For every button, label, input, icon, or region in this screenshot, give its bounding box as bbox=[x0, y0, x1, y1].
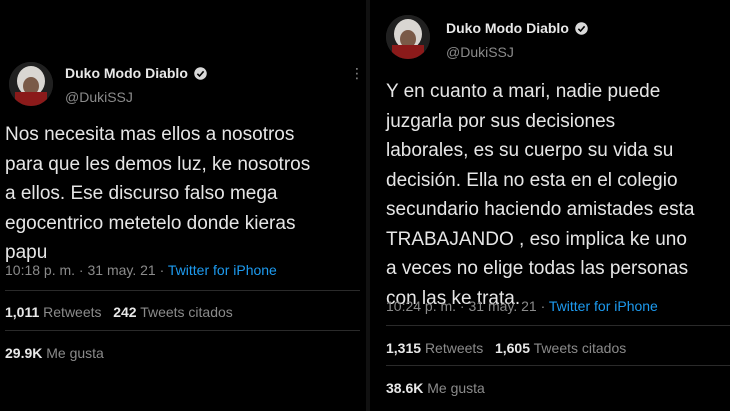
likes-stat[interactable]: 38.6K Me gusta bbox=[386, 380, 485, 396]
more-options-icon[interactable]: ⋮ bbox=[350, 66, 364, 80]
divider bbox=[5, 330, 360, 331]
quotes-stat[interactable]: 1,605 Tweets citados bbox=[495, 340, 626, 356]
stats-row: 1,011 Retweets 242 Tweets citados bbox=[5, 304, 233, 320]
tweet-left: Duko Modo Diablo @DukiSSJ ⋮ Nos necesita… bbox=[0, 0, 366, 411]
divider bbox=[386, 325, 730, 326]
divider bbox=[5, 290, 360, 291]
avatar[interactable] bbox=[9, 62, 53, 106]
handle[interactable]: @DukiSSJ bbox=[446, 44, 514, 60]
handle[interactable]: @DukiSSJ bbox=[65, 89, 133, 105]
tweet-right: Duko Modo Diablo @DukiSSJ Y en cuanto a … bbox=[370, 0, 730, 411]
display-name[interactable]: Duko Modo Diablo bbox=[446, 20, 569, 36]
display-name[interactable]: Duko Modo Diablo bbox=[65, 65, 188, 81]
retweets-stat[interactable]: 1,011 Retweets bbox=[5, 304, 102, 320]
likes-stat[interactable]: 29.9K Me gusta bbox=[5, 345, 104, 361]
verified-badge-icon bbox=[194, 66, 207, 80]
verified-badge-icon bbox=[575, 21, 588, 35]
stats-row: 1,315 Retweets 1,605 Tweets citados bbox=[386, 340, 626, 356]
tweet-text: Nos necesita mas ellos a nosotros para q… bbox=[5, 124, 311, 263]
retweets-stat[interactable]: 1,315 Retweets bbox=[386, 340, 483, 356]
timestamp: 10:18 p. m. · 31 may. 21 · Twitter for i… bbox=[5, 262, 277, 278]
divider bbox=[386, 365, 730, 366]
source-link[interactable]: Twitter for iPhone bbox=[549, 298, 658, 314]
timestamp: 10:24 p. m. · 31 may. 21 · Twitter for i… bbox=[386, 298, 658, 314]
source-link[interactable]: Twitter for iPhone bbox=[168, 262, 277, 278]
avatar[interactable] bbox=[386, 15, 430, 59]
quotes-stat[interactable]: 242 Tweets citados bbox=[113, 304, 233, 320]
tweet-text: Y en cuanto a mari, nadie puede juzgarla… bbox=[386, 81, 695, 309]
